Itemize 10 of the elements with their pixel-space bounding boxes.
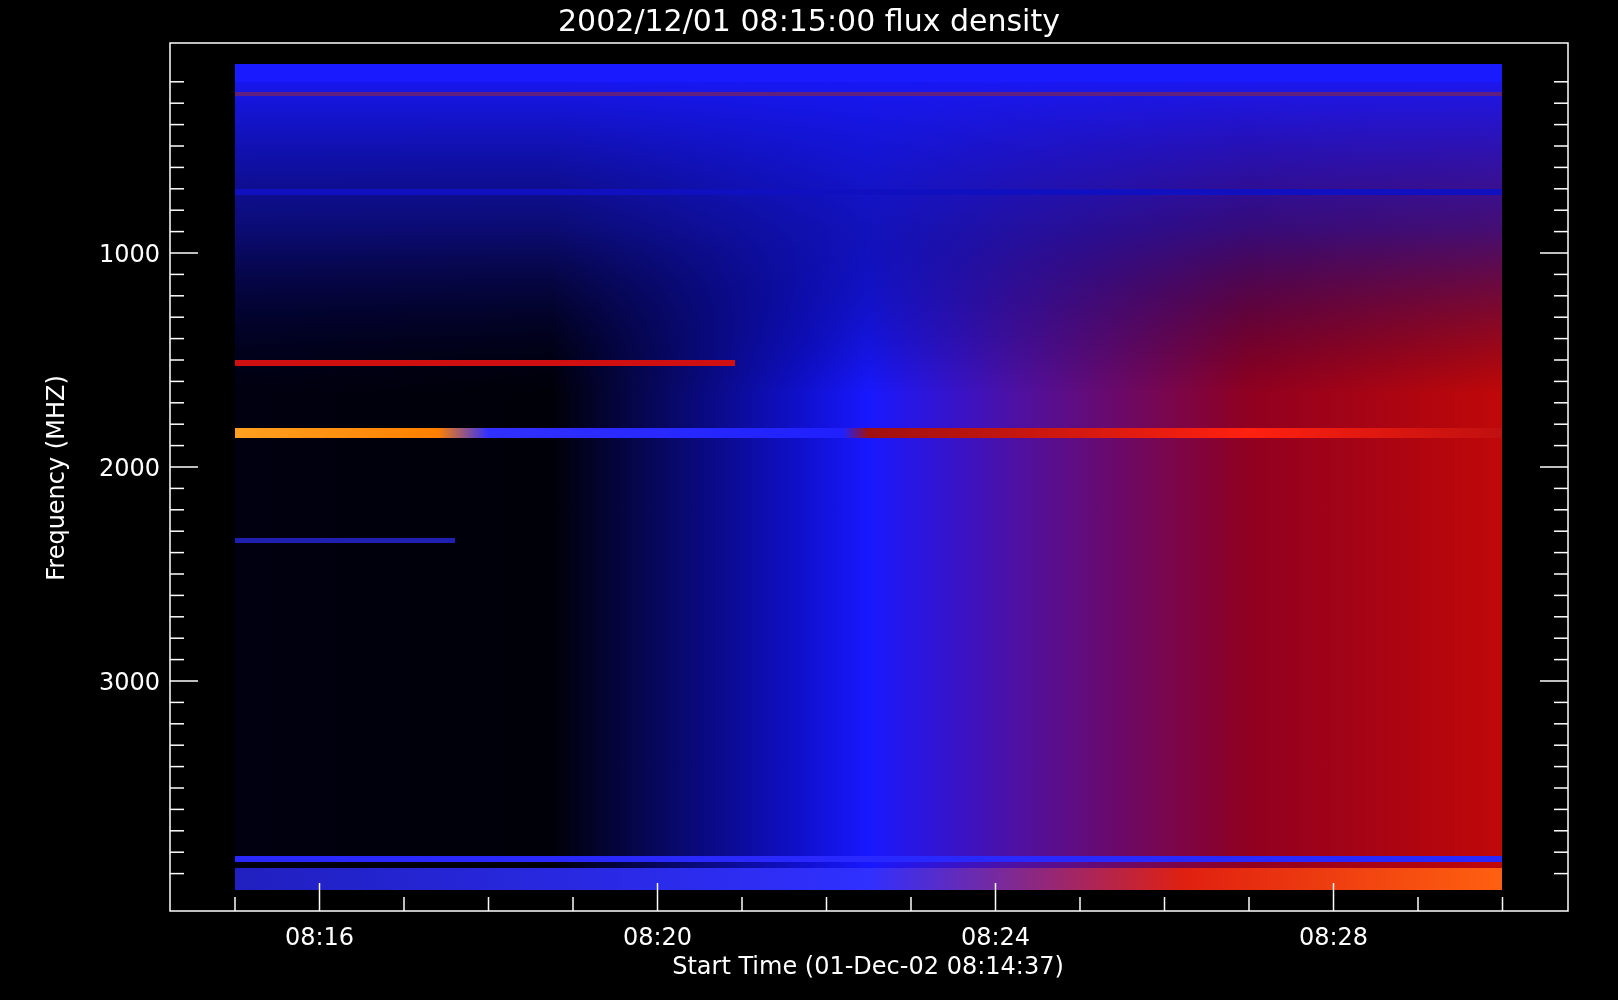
x-tick-label: 08:28 bbox=[1298, 923, 1369, 951]
y-axis-label: Frequency (MHZ) bbox=[42, 375, 70, 581]
y-tick-label: 2000 bbox=[98, 454, 160, 482]
x-tick-label: 08:16 bbox=[284, 923, 355, 951]
x-tick-label: 08:24 bbox=[960, 923, 1031, 951]
chart-title: 2002/12/01 08:15:00 flux density bbox=[558, 3, 1060, 38]
x-tick-label: 08:20 bbox=[622, 923, 693, 951]
y-tick-label: 3000 bbox=[98, 668, 160, 696]
x-axis-label: Start Time (01-Dec-02 08:14:37) bbox=[672, 952, 1064, 980]
y-tick-label: 1000 bbox=[98, 240, 160, 268]
